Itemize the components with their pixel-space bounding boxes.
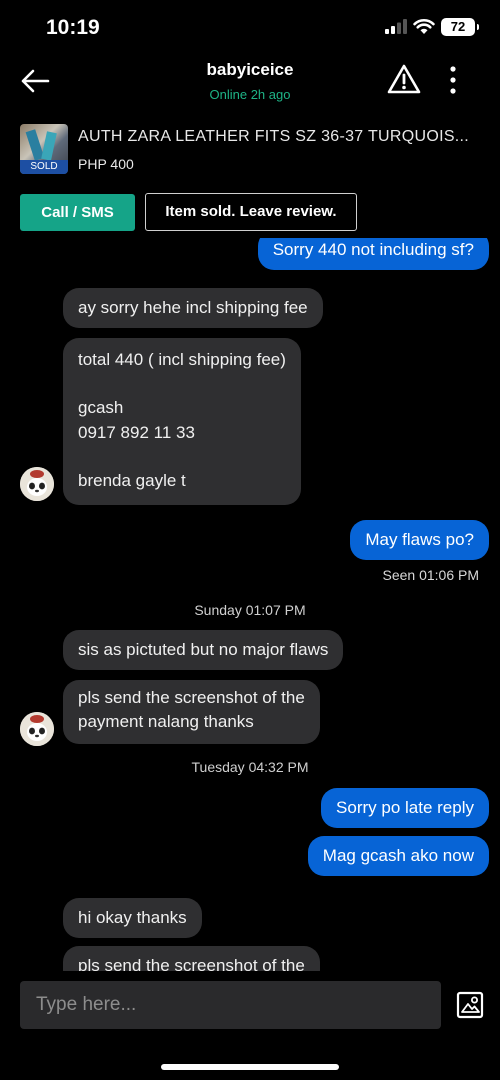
chat-header: babyiceice Online 2h ago (0, 56, 500, 112)
message-incoming: hi okay thanks (63, 898, 202, 938)
message-input[interactable] (20, 981, 441, 1029)
date-separator: Tuesday 04:32 PM (191, 759, 309, 775)
image-upload-icon[interactable] (456, 990, 484, 1020)
message-incoming: total 440 ( incl shipping fee) gcash 091… (63, 338, 301, 506)
warning-icon[interactable] (386, 62, 422, 96)
message-outgoing: Sorry po late reply (321, 788, 489, 828)
home-indicator (161, 1064, 339, 1070)
date-separator: Sunday 01:07 PM (194, 602, 306, 618)
message-outgoing: May flaws po? (350, 520, 489, 560)
message-input-container[interactable] (20, 981, 441, 1029)
listing-summary[interactable]: SOLD AUTH ZARA LEATHER FITS SZ 36-37 TUR… (20, 124, 490, 176)
message-outgoing: Sorry 440 not including sf? (257, 238, 489, 270)
avatar[interactable] (20, 467, 54, 501)
chat-title[interactable]: babyiceice (0, 60, 500, 80)
online-status: Online 2h ago (209, 87, 291, 102)
cellular-signal-icon (385, 19, 407, 34)
status-bar: 10:19 72 (0, 0, 500, 56)
message-incoming: pls send the screenshot of the payment n… (63, 680, 320, 744)
message-incoming: ay sorry hehe incl shipping fee (63, 288, 323, 328)
listing-title[interactable]: AUTH ZARA LEATHER FITS SZ 36-37 TURQUOIS… (78, 128, 469, 146)
status-time: 10:19 (46, 16, 100, 39)
message-list[interactable]: Sorry 440 not including sf? ay sorry heh… (0, 238, 500, 971)
leave-review-button[interactable]: Item sold. Leave review. (145, 193, 357, 231)
listing-price: PHP 400 (78, 156, 134, 172)
more-vertical-icon[interactable] (443, 64, 463, 96)
message-outgoing: Mag gcash ako now (307, 836, 489, 876)
message-incoming: pls send the screenshot of the (63, 946, 320, 971)
seen-receipt: Seen 01:06 PM (382, 567, 479, 583)
message-incoming: sis as pictuted but no major flaws (63, 630, 344, 670)
call-sms-button[interactable]: Call / SMS (20, 194, 135, 231)
battery-icon: 72 (441, 18, 479, 36)
sold-badge: SOLD (20, 160, 68, 174)
wifi-icon (413, 19, 435, 34)
avatar[interactable] (20, 712, 54, 746)
listing-thumbnail[interactable]: SOLD (20, 124, 68, 174)
